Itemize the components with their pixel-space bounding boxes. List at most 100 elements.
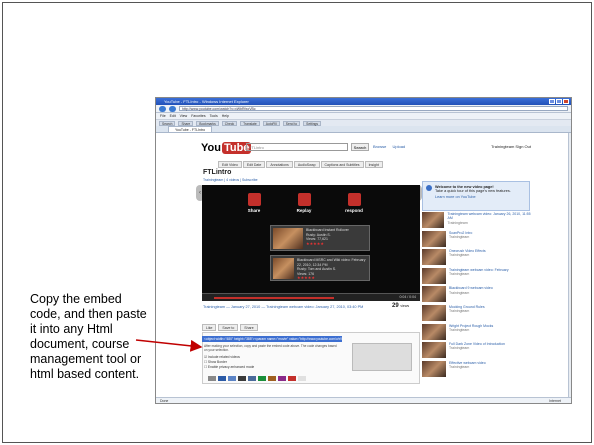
share-icon <box>247 193 261 206</box>
sidebar-video-item[interactable]: Blackboard 9 webcam video Trainingteam <box>422 286 531 304</box>
video-byline[interactable]: Trainingteam — January 27, 2010 — Traini… <box>203 305 383 309</box>
status-zone: Internet <box>549 399 561 403</box>
sidebar-video-item[interactable]: ScanPro2 Intro Trainingteam <box>422 230 531 249</box>
sidebar-video-item[interactable]: Onecrush Video Effects Trainingteam <box>422 249 531 267</box>
video-info: Wright Project Rough Mocks Trainingteam <box>449 324 493 342</box>
related-video-2[interactable]: Blackboard MSRC and Wiki video: February… <box>270 255 370 281</box>
related-title: Blackboard MSRC and Wiki video: February… <box>297 258 366 267</box>
embed-code-field[interactable]: <object width="480" height="385"><param … <box>202 336 342 342</box>
browse-link[interactable]: Browse <box>373 144 386 149</box>
respond-action[interactable]: respond <box>340 193 368 213</box>
color-swatch[interactable] <box>238 376 246 381</box>
sidebar-video-item[interactable]: Wright Project Rough Mocks Trainingteam <box>422 323 531 342</box>
color-swatch[interactable] <box>298 376 306 381</box>
welcome-note: Welcome to the new video page! Take a qu… <box>422 181 530 211</box>
save-to-button[interactable]: Save to <box>218 324 239 331</box>
page-scrollbar[interactable] <box>568 133 571 398</box>
user-links[interactable]: Trainingteam Sign Out <box>491 144 531 149</box>
color-swatch[interactable] <box>248 376 256 381</box>
toolbar-share[interactable]: Share <box>178 120 194 126</box>
tab-edit-video[interactable]: Edit Video <box>218 161 242 168</box>
tab-edit-date[interactable]: Edit Date <box>242 161 266 168</box>
respond-icon <box>347 193 361 206</box>
video-player[interactable]: Share Replay respond Blackboard Instant … <box>202 185 420 301</box>
option-privacy[interactable]: ☐ Enable privacy-enhanced mode <box>204 365 254 370</box>
tab-youtube[interactable]: YouTube - FTLIntro <box>168 126 213 132</box>
video-info: Trainingteam webcam video: February Train… <box>449 268 509 286</box>
color-swatch[interactable] <box>218 376 226 381</box>
sidebar-video-item[interactable]: Full Dark Zone Video of Introduction Trai… <box>422 342 531 360</box>
menu-file[interactable]: File <box>160 113 166 119</box>
share-action[interactable]: Share <box>240 193 268 213</box>
toolbar-bookmarks[interactable]: Bookmarks <box>196 120 219 126</box>
respond-label: respond <box>345 208 363 213</box>
window-titlebar: YouTube - FTLIntro - Windows Internet Ex… <box>156 98 571 105</box>
tab-annotations[interactable]: Annotations <box>266 161 293 168</box>
tab-audioswap[interactable]: AudioSwap <box>293 161 320 168</box>
menu-edit[interactable]: Edit <box>170 113 176 119</box>
sidebar-video-item[interactable]: Trainingteam webcam video: February Train… <box>422 267 531 286</box>
edit-tabs: Edit Video Edit Date Annotations AudioSw… <box>218 161 383 168</box>
tab-insight[interactable]: Insight <box>364 161 383 168</box>
maximize-icon[interactable] <box>556 99 562 104</box>
search-input[interactable]: FTLintro <box>246 143 348 151</box>
video-info: ScanPro2 Intro Trainingteam <box>449 231 472 249</box>
sidebar-video-item[interactable]: Effective webcam video Trainingteam <box>422 360 531 379</box>
search-button[interactable]: Search <box>351 143 369 151</box>
menu-tools[interactable]: Tools <box>210 113 218 119</box>
toolbar-translate[interactable]: Translate <box>240 120 260 126</box>
option-related-label: Include related videos <box>207 355 240 359</box>
browser-screenshot: YouTube - FTLIntro - Windows Internet Ex… <box>155 97 572 404</box>
toolbar-check[interactable]: Check <box>221 120 238 126</box>
video-thumbnail <box>422 323 446 340</box>
video-owner: Trainingteam <box>449 234 470 239</box>
forward-icon[interactable] <box>169 105 176 112</box>
menu-favorites[interactable]: Favorites <box>191 113 205 119</box>
sidebar-video-item[interactable]: Trainingteam webcam video: January 26, 2… <box>422 212 531 230</box>
color-swatch[interactable] <box>268 376 276 381</box>
like-button[interactable]: Like <box>202 324 217 331</box>
color-swatch[interactable] <box>288 376 296 381</box>
end-screen-actions: Share Replay respond <box>240 193 368 213</box>
minimize-icon[interactable] <box>549 99 555 104</box>
youtube-page: You Tube FTLintro Search Browse Upload Tr… <box>156 133 571 398</box>
channel-line[interactable]: Trainingteam | 4 videos | Subscribe <box>203 178 258 182</box>
url-field[interactable]: http://www.youtube.com/watch?v=xWbRfxoVB… <box>179 106 568 111</box>
video-title-link[interactable]: Trainingteam webcam video: January 26, 2… <box>447 212 531 221</box>
color-swatch[interactable] <box>208 376 216 381</box>
video-thumbnail <box>422 342 446 359</box>
video-info: Trainingteam webcam video: January 26, 2… <box>447 212 531 230</box>
color-swatch[interactable] <box>228 376 236 381</box>
toolbar-search[interactable]: Search <box>159 120 176 126</box>
menu-help[interactable]: Help <box>222 113 229 119</box>
video-info: Effective webcam video Trainingteam <box>449 361 486 379</box>
close-icon[interactable] <box>563 99 569 104</box>
share-button[interactable]: Share <box>240 324 258 331</box>
color-swatch[interactable] <box>278 376 286 381</box>
youtube-logo[interactable]: You Tube <box>201 140 252 156</box>
menu-view[interactable]: View <box>180 113 188 119</box>
video-info: Blackboard 9 webcam video Trainingteam <box>449 286 493 304</box>
toolbar-settings[interactable]: Settings <box>303 120 322 126</box>
video-thumbnail <box>422 249 446 266</box>
embed-options: ☑ Include related videos ☐ Show Border ☐… <box>204 355 254 370</box>
related-video-1[interactable]: Blackboard Instant Rollover Rusty: Austi… <box>270 225 370 251</box>
color-swatch[interactable] <box>258 376 266 381</box>
toolbar-autofill[interactable]: AutoFill <box>262 120 280 126</box>
replay-label: Replay <box>296 208 312 213</box>
toolbar-sendto[interactable]: Send to <box>282 120 301 126</box>
video-thumbnail <box>422 304 446 321</box>
embed-preview <box>352 343 412 371</box>
back-icon[interactable] <box>159 105 166 112</box>
related-info: Blackboard MSRC and Wiki video: February… <box>297 258 367 280</box>
tab-captions[interactable]: Captions and Subtitles <box>320 161 364 168</box>
color-swatches <box>208 376 306 381</box>
upload-link[interactable]: Upload <box>392 144 405 149</box>
option-border-label: Show Border <box>207 360 227 364</box>
player-controls[interactable]: 0:04 / 0:04 <box>202 293 420 301</box>
sidebar-video-item[interactable]: Mocking Ground Rules Trainingteam <box>422 304 531 323</box>
welcome-link[interactable]: Learn more on YouTube <box>435 195 526 199</box>
video-info: Full Dark Zone Video of Introduction Trai… <box>449 342 505 360</box>
replay-action[interactable]: Replay <box>290 193 318 213</box>
progress-bar[interactable] <box>214 297 334 299</box>
